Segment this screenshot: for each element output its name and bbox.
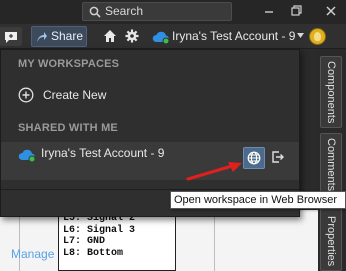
tab-components-label: Components (325, 61, 337, 124)
layer-stack-table: L5: Signal 2 L6: Signal 3 L7: GND L8: Bo… (58, 210, 176, 271)
tab-properties-label: Properties (325, 215, 337, 266)
chat-icon (5, 32, 17, 43)
title-bar: Search (0, 0, 346, 24)
my-workspaces-header: MY WORKSPACES (18, 58, 120, 70)
minimize-icon[interactable] (260, 3, 278, 19)
cloud-icon (152, 31, 170, 44)
shared-with-me-header: SHARED WITH ME (18, 122, 118, 134)
plus-circle-icon (18, 87, 34, 103)
workspace-selector[interactable]: Iryna's Test Account - 9 (152, 27, 295, 46)
restore-icon[interactable] (287, 3, 305, 19)
sign-out-icon[interactable] (271, 150, 285, 164)
tab-comments-label: Comments (325, 138, 337, 192)
search-box[interactable]: Search (82, 2, 232, 21)
search-icon (89, 6, 101, 18)
home-icon[interactable] (103, 29, 117, 43)
workspace-selector-label: Iryna's Test Account - 9 (172, 29, 296, 43)
close-icon[interactable] (322, 3, 340, 19)
annotation-arrow (186, 162, 242, 181)
layer-row: L7: GND (63, 236, 106, 247)
open-in-browser-button[interactable] (243, 147, 265, 169)
tab-components[interactable]: Components (320, 56, 342, 128)
cloud-icon (18, 149, 36, 162)
create-new-button[interactable]: Create New (13, 84, 163, 106)
layer-row: L6: Signal 3 (63, 224, 136, 236)
gear-icon[interactable] (125, 29, 139, 43)
chat-button[interactable] (0, 27, 22, 46)
create-new-label: Create New (43, 88, 107, 102)
workspace-name: Iryna's Test Account - 9 (41, 146, 165, 160)
tab-properties[interactable]: Properties (320, 205, 342, 271)
toolbar: Share Iryna's Test Account - 9 (0, 24, 346, 49)
share-label: Share (51, 29, 84, 43)
globe-icon (247, 151, 261, 165)
chevron-down-icon[interactable] (297, 33, 304, 38)
user-avatar-icon[interactable] (309, 28, 326, 45)
manage-link[interactable]: Manage (11, 247, 54, 261)
share-button[interactable]: Share (31, 26, 87, 47)
tooltip: Open workspace in Web Browser (170, 191, 346, 209)
search-placeholder: Search (105, 4, 144, 18)
dropdown-divider (1, 189, 299, 190)
share-icon (37, 32, 47, 42)
layer-row: L8: Bottom (63, 247, 124, 259)
